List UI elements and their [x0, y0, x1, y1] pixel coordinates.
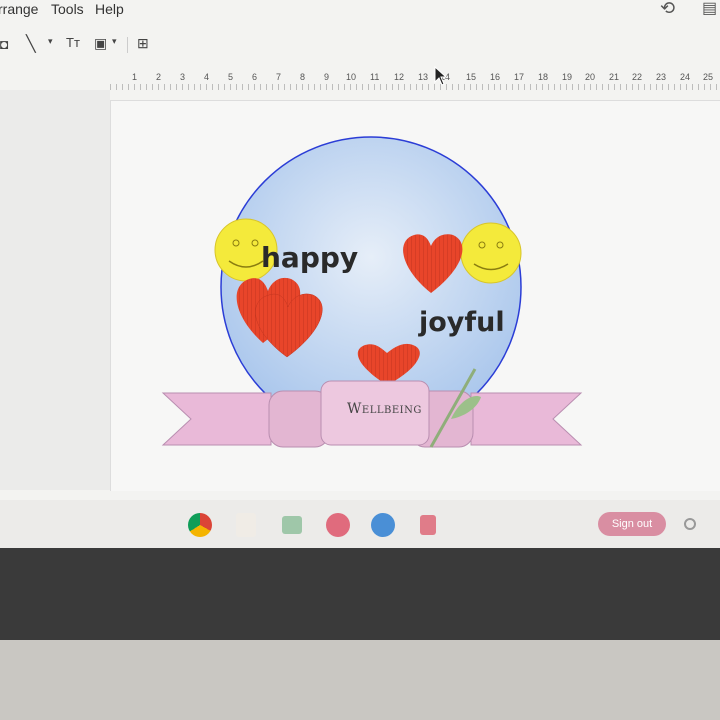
ruler-mark: 9	[324, 72, 330, 82]
ruler-mark: 11	[370, 72, 380, 82]
ruler-mark: 4	[204, 72, 210, 82]
ruler-mark: 16	[490, 72, 501, 82]
ruler-mark: 22	[632, 72, 643, 82]
screen: rrange Tools Help ⟲ ▤ ◘ ╲ ▾ Tт ▣ ▾ ⊞ 1 2…	[0, 0, 720, 548]
ruler-mark: 10	[346, 72, 357, 82]
ruler-mark: 7	[276, 72, 282, 82]
smiley-right[interactable]	[460, 222, 522, 284]
toolbar-divider	[127, 37, 128, 53]
word-joyful[interactable]: joyful	[419, 307, 505, 338]
menu-bar: rrange Tools Help ⟲ ▤	[0, 0, 720, 26]
ruler-mark: 13	[418, 72, 429, 82]
canvas-margin	[0, 90, 110, 490]
status-tray-icon[interactable]	[684, 518, 696, 530]
ruler-mark: 18	[538, 72, 549, 82]
drawing-canvas[interactable]: happy joyful Wellbeing	[110, 100, 720, 491]
ruler-mark: 6	[252, 72, 258, 82]
ruler-ticks	[110, 84, 720, 90]
ruler-mark: 21	[609, 72, 620, 82]
chrome-icon[interactable]	[188, 513, 212, 537]
chevron-down-icon[interactable]: ▾	[48, 36, 53, 47]
ruler-mark: 20	[585, 72, 596, 82]
line-icon[interactable]: ╲	[26, 34, 36, 54]
ruler-mark: 5	[228, 72, 234, 82]
laptop-base	[0, 640, 720, 720]
ruler-mark: 23	[656, 72, 667, 82]
drawing	[161, 136, 583, 448]
comments-icon[interactable]: ▤	[702, 0, 717, 18]
mouse-cursor	[434, 66, 448, 86]
ruler-mark: 17	[514, 72, 525, 82]
history-icon[interactable]: ⟲	[660, 0, 675, 19]
ruler-mark: 1	[132, 72, 138, 82]
ruler-mark: 2	[156, 72, 162, 82]
ruler-mark: 3	[180, 72, 186, 82]
app-icon-blue[interactable]	[371, 513, 395, 537]
toolbar: ◘ ╲ ▾ Tт ▣ ▾ ⊞	[0, 30, 720, 60]
ruler-mark: 25	[703, 72, 714, 82]
menu-arrange[interactable]: rrange	[0, 1, 38, 17]
ruler-mark: 15	[466, 72, 477, 82]
ruler-mark: 19	[562, 72, 573, 82]
text-tool-button[interactable]: Tт	[66, 35, 80, 50]
app-icon-doc[interactable]	[420, 515, 436, 535]
ruler-mark: 24	[680, 72, 691, 82]
banner-label[interactable]: Wellbeing	[347, 401, 422, 417]
sign-out-button[interactable]: Sign out	[598, 512, 666, 536]
ruler-mark: 12	[394, 72, 405, 82]
menu-tools[interactable]: Tools	[51, 1, 84, 17]
shape-icon[interactable]: ◘	[0, 36, 8, 52]
ruler-mark: 8	[300, 72, 306, 82]
add-comment-icon[interactable]: ⊞	[137, 35, 149, 52]
word-happy[interactable]: happy	[261, 241, 358, 274]
chevron-down-icon[interactable]: ▾	[112, 36, 117, 47]
app-icon-red[interactable]	[326, 513, 350, 537]
slides-app-icon[interactable]	[236, 513, 256, 537]
image-icon[interactable]: ▣	[94, 35, 107, 52]
ruler: 1 2 3 4 5 6 7 8 9 10 11 12 13 14 15 16 1…	[110, 72, 720, 90]
classroom-icon[interactable]	[282, 516, 302, 534]
menu-help[interactable]: Help	[95, 1, 124, 17]
